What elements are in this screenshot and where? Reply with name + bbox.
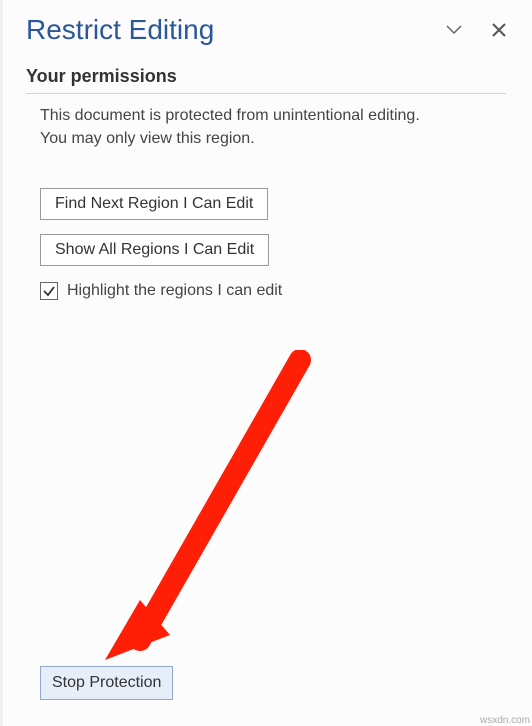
highlight-checkbox-label: Highlight the regions I can edit [67, 282, 282, 300]
permissions-body: This document is protected from unintent… [26, 104, 506, 150]
close-icon[interactable] [492, 23, 506, 37]
restrict-editing-pane: Restrict Editing Your permissions This d… [0, 0, 532, 726]
pane-left-edge [0, 0, 3, 726]
permissions-section: Your permissions This document is protec… [0, 66, 532, 300]
permissions-line-1: This document is protected from unintent… [40, 104, 492, 127]
pane-title: Restrict Editing [26, 14, 446, 46]
highlight-checkbox[interactable] [40, 282, 58, 300]
show-all-regions-button[interactable]: Show All Regions I Can Edit [40, 234, 269, 266]
highlight-checkbox-row: Highlight the regions I can edit [40, 282, 492, 300]
pane-header-controls [446, 23, 506, 37]
section-divider [26, 93, 506, 94]
arrow-annotation-icon [100, 350, 320, 680]
find-next-region-button[interactable]: Find Next Region I Can Edit [40, 188, 268, 220]
section-heading: Your permissions [26, 66, 506, 93]
pane-header: Restrict Editing [0, 0, 532, 60]
chevron-down-icon[interactable] [446, 25, 462, 35]
watermark-text: wsxdn.com [480, 715, 530, 726]
permissions-line-2: You may only view this region. [40, 127, 492, 150]
stop-protection-button[interactable]: Stop Protection [40, 666, 173, 700]
controls-group: Find Next Region I Can Edit Show All Reg… [26, 150, 506, 300]
